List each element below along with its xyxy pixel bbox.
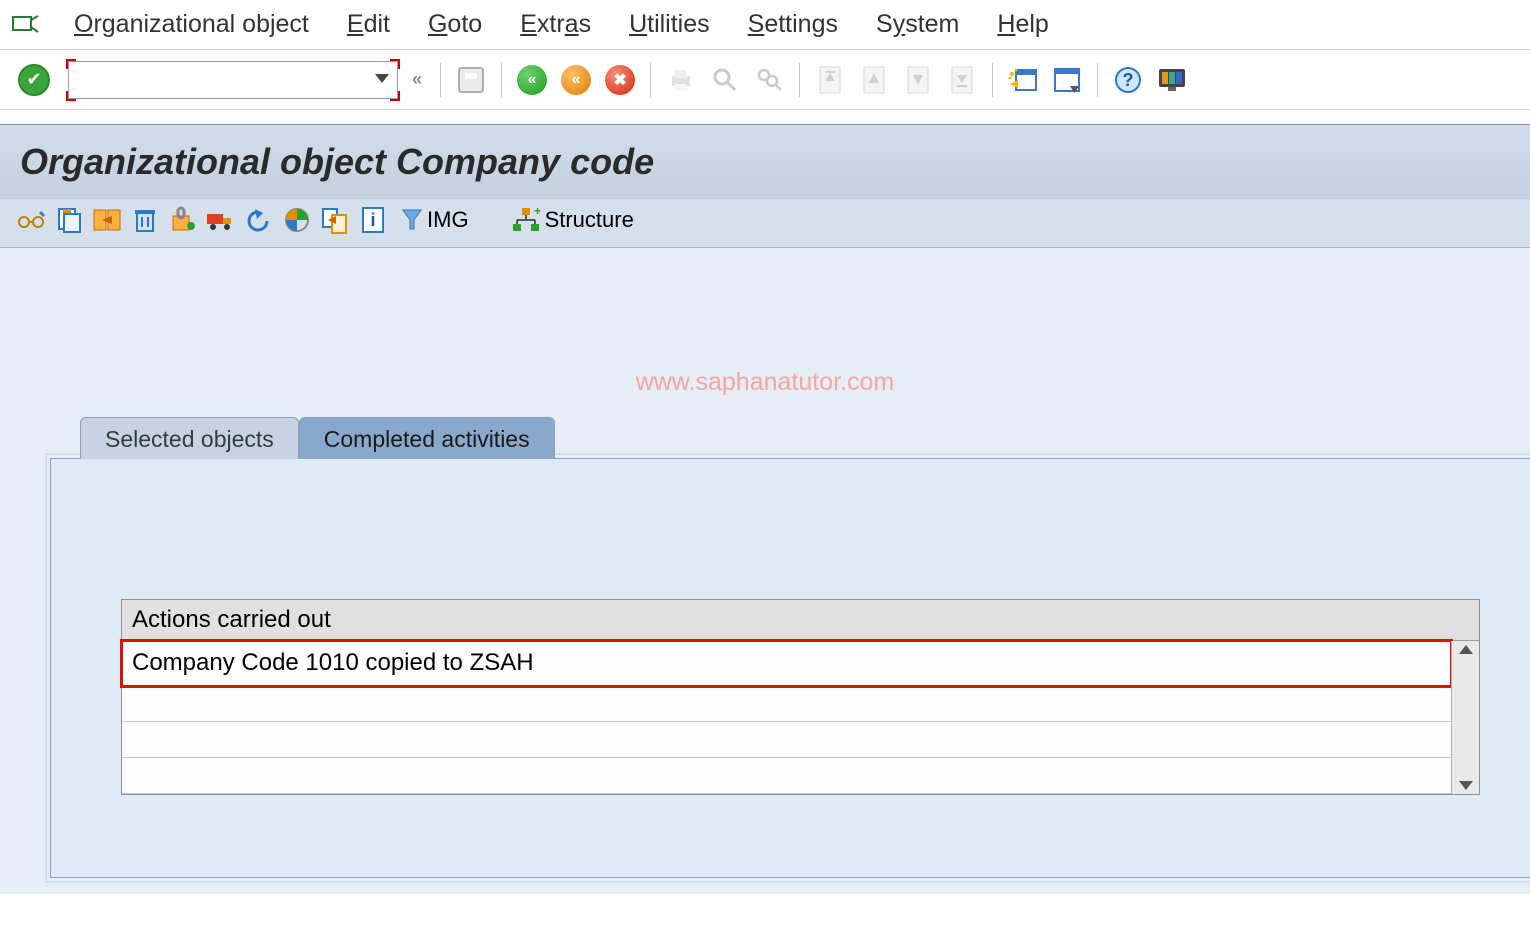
exit-button[interactable]: «: [558, 62, 594, 98]
img-button[interactable]: IMG: [394, 203, 476, 237]
content-area: www.saphanatutor.com Selected objects Co…: [0, 248, 1530, 894]
next-page-button[interactable]: [900, 62, 936, 98]
highlight-corner: [390, 91, 400, 101]
scrollbar[interactable]: [1451, 641, 1479, 794]
toolbar-separator: [650, 63, 651, 97]
scroll-down-icon[interactable]: [1459, 781, 1473, 790]
layout-button[interactable]: [1049, 62, 1085, 98]
find-next-button[interactable]: [751, 62, 787, 98]
transport-icon[interactable]: [204, 203, 238, 237]
copy-from-icon[interactable]: [90, 203, 124, 237]
toolbar-separator: [799, 63, 800, 97]
watermark-text: www.saphanatutor.com: [0, 368, 1530, 397]
tab-selected-objects[interactable]: Selected objects: [80, 417, 299, 459]
grid-row-empty: [122, 758, 1451, 794]
grid-row-empty: [122, 686, 1451, 722]
title-bar: Organizational object Company code i IMG…: [0, 124, 1530, 248]
img-button-label: IMG: [427, 207, 469, 233]
grid-header: Actions carried out: [122, 600, 1479, 641]
scroll-up-icon[interactable]: [1459, 645, 1473, 654]
check-icon[interactable]: [166, 203, 200, 237]
tabstrip: Selected objects Completed activities Ac…: [50, 416, 1530, 878]
menu-utilities[interactable]: Utilities: [625, 8, 714, 41]
grid-header-label: Actions carried out: [132, 606, 331, 634]
application-toolbar: i IMG + Structure: [0, 199, 1530, 248]
svg-text:+: +: [534, 206, 541, 218]
grid-row-empty: [122, 722, 1451, 758]
cancel-button[interactable]: ✖: [602, 62, 638, 98]
structure-button[interactable]: + Structure: [504, 203, 641, 237]
find-button[interactable]: [707, 62, 743, 98]
highlight-corner: [390, 59, 400, 69]
enter-icon[interactable]: [18, 64, 50, 96]
menu-goto[interactable]: Goto: [424, 8, 486, 41]
toolbar-separator: [1097, 63, 1098, 97]
toolbar-separator: [501, 63, 502, 97]
undo-icon[interactable]: [242, 203, 276, 237]
menu-edit[interactable]: Edit: [343, 8, 394, 41]
collapse-icon[interactable]: «: [406, 69, 428, 90]
back-button[interactable]: «: [514, 62, 550, 98]
tab-completed-activities[interactable]: Completed activities: [299, 417, 555, 459]
menu-bar: Organizational object Edit Goto Extras U…: [0, 0, 1530, 50]
tab-body-completed: Actions carried out Company Code 1010 co…: [50, 458, 1530, 878]
page-title: Organizational object Company code: [0, 125, 1530, 199]
menu-system[interactable]: System: [872, 8, 963, 41]
prev-page-button[interactable]: [856, 62, 892, 98]
delete-icon[interactable]: [128, 203, 162, 237]
highlight-corner: [66, 59, 76, 69]
funnel-icon: [401, 207, 423, 233]
toolbar-separator: [440, 63, 441, 97]
menu-help[interactable]: Help: [993, 8, 1052, 41]
app-menu-icon[interactable]: [10, 10, 40, 40]
print-button[interactable]: [663, 62, 699, 98]
glasses-change-icon[interactable]: [14, 203, 48, 237]
structure-button-label: Structure: [545, 207, 634, 233]
new-session-button[interactable]: [1005, 62, 1041, 98]
svg-text:?: ?: [1123, 70, 1134, 90]
hierarchy-icon: +: [511, 206, 541, 234]
command-input[interactable]: [69, 69, 397, 90]
actions-grid: Actions carried out Company Code 1010 co…: [121, 599, 1480, 795]
info-icon[interactable]: i: [356, 203, 390, 237]
local-layout-button[interactable]: [1154, 62, 1190, 98]
copy-icon[interactable]: [52, 203, 86, 237]
command-dropdown-icon[interactable]: [375, 74, 389, 83]
highlight-corner: [66, 91, 76, 101]
grid-row[interactable]: Company Code 1010 copied to ZSAH: [122, 641, 1451, 686]
menu-organizational-object[interactable]: Organizational object: [70, 8, 313, 41]
svg-text:i: i: [370, 210, 375, 230]
last-page-button[interactable]: [944, 62, 980, 98]
command-field[interactable]: [68, 61, 398, 99]
replace-icon[interactable]: [318, 203, 352, 237]
compare-icon[interactable]: [280, 203, 314, 237]
save-button[interactable]: [453, 62, 489, 98]
standard-toolbar: « « « ✖ ?: [0, 50, 1530, 110]
first-page-button[interactable]: [812, 62, 848, 98]
toolbar-separator: [992, 63, 993, 97]
help-button[interactable]: ?: [1110, 62, 1146, 98]
menu-extras[interactable]: Extras: [516, 8, 595, 41]
menu-settings[interactable]: Settings: [744, 8, 842, 41]
